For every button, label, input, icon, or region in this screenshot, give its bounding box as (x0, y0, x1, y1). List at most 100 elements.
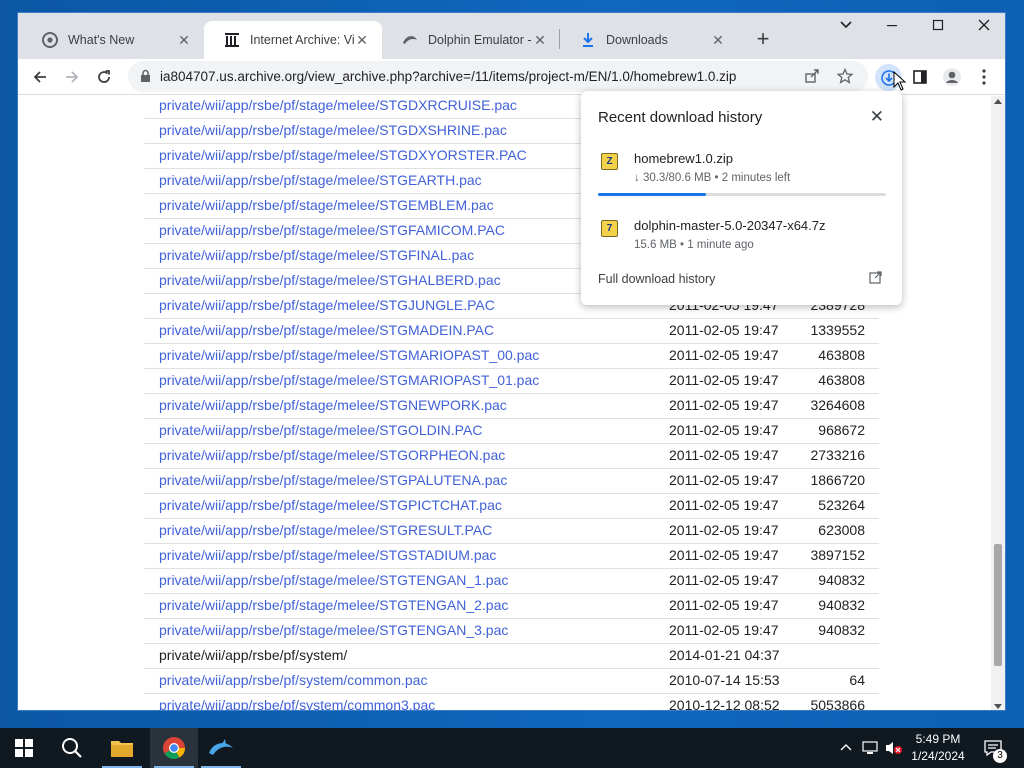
side-panel-icon[interactable] (905, 62, 935, 92)
file-date: 2011-02-05 19:47 (669, 497, 779, 513)
minimize-button[interactable] (869, 13, 915, 43)
file-link[interactable]: private/wii/app/rsbe/pf/stage/melee/STGE… (159, 172, 482, 188)
full-download-history-link[interactable]: Full download history (598, 272, 715, 286)
file-link[interactable]: private/wii/app/rsbe/pf/stage/melee/STGT… (159, 597, 508, 613)
tab-downloads[interactable]: Downloads ✕ (560, 21, 738, 59)
bookmark-star-icon[interactable] (836, 67, 854, 89)
file-link[interactable]: private/wii/app/rsbe/pf/system/common3.p… (159, 697, 435, 710)
file-link[interactable]: private/wii/app/rsbe/pf/stage/melee/STGH… (159, 272, 501, 288)
download-filename: homebrew1.0.zip (634, 151, 733, 166)
download-progress-bar (598, 193, 886, 196)
close-icon[interactable]: ✕ (710, 32, 726, 49)
file-link[interactable]: private/wii/app/rsbe/pf/stage/melee/STGD… (159, 97, 517, 113)
zip-file-icon: Z (601, 153, 618, 170)
file-link[interactable]: private/wii/app/rsbe/pf/system/common.pa… (159, 672, 427, 688)
dolphin-icon (402, 32, 418, 48)
address-bar[interactable]: ia804707.us.archive.org/view_archive.php… (128, 61, 868, 92)
tab-dolphin-emulator[interactable]: Dolphin Emulator - D ✕ (382, 21, 560, 59)
file-size: 940832 (818, 622, 865, 638)
close-icon[interactable]: ✕ (354, 32, 370, 49)
file-link[interactable]: private/wii/app/rsbe/pf/stage/melee/STGF… (159, 247, 474, 263)
tab-internet-archive[interactable]: Internet Archive: Vie ✕ (204, 21, 382, 59)
download-history-popup: Recent download history ✕ Z homebrew1.0.… (581, 91, 902, 305)
file-link[interactable]: private/wii/app/rsbe/pf/stage/melee/STGM… (159, 347, 539, 363)
file-link[interactable]: private/wii/app/rsbe/pf/stage/melee/STGP… (159, 497, 502, 513)
close-icon[interactable]: ✕ (176, 32, 192, 49)
table-row: private/wii/app/rsbe/pf/stage/melee/STGP… (144, 494, 879, 519)
file-link[interactable]: private/wii/app/rsbe/pf/stage/melee/STGJ… (159, 297, 495, 313)
profile-avatar[interactable] (937, 62, 967, 92)
file-date: 2011-02-05 19:47 (669, 397, 779, 413)
file-date: 2011-02-05 19:47 (669, 422, 779, 438)
file-link[interactable]: private/wii/app/rsbe/pf/stage/melee/STGM… (159, 372, 539, 388)
search-button[interactable] (48, 728, 96, 768)
file-size: 623008 (818, 522, 865, 538)
mouse-cursor-icon (893, 71, 907, 91)
file-date: 2010-12-12 08:52 (669, 697, 780, 711)
scroll-up-arrow[interactable] (994, 99, 1002, 104)
download-filename: dolphin-master-5.0-20347-x64.7z (634, 218, 826, 233)
vertical-scrollbar[interactable] (991, 96, 1005, 710)
tab-whats-new[interactable]: What's New ✕ (22, 21, 204, 59)
reload-button[interactable] (89, 62, 119, 92)
tray-chevron-up-icon[interactable] (838, 728, 854, 768)
file-link[interactable]: private/wii/app/rsbe/pf/stage/melee/STGO… (159, 422, 482, 438)
download-status: ↓ 30.3/80.6 MB • 2 minutes left (634, 172, 791, 184)
file-link[interactable]: private/wii/app/rsbe/pf/stage/melee/STGT… (159, 622, 508, 638)
file-date: 2011-02-05 19:47 (669, 347, 779, 363)
back-button[interactable] (25, 62, 55, 92)
dolphin-taskbar-icon[interactable] (197, 728, 245, 768)
file-size: 2733216 (810, 447, 865, 463)
network-icon[interactable] (861, 728, 881, 768)
file-link[interactable]: private/wii/app/rsbe/pf/stage/melee/STGR… (159, 522, 492, 538)
file-link[interactable]: private/wii/app/rsbe/pf/stage/melee/STGN… (159, 397, 507, 413)
file-link[interactable]: private/wii/app/rsbe/pf/stage/melee/STGD… (159, 122, 507, 138)
file-date: 2011-02-05 19:47 (669, 522, 779, 538)
close-window-button[interactable] (961, 13, 1005, 43)
file-link[interactable]: private/wii/app/rsbe/pf/stage/melee/STGO… (159, 447, 505, 463)
file-link[interactable]: private/wii/app/rsbe/pf/stage/melee/STGD… (159, 147, 527, 163)
url-text: ia804707.us.archive.org/view_archive.php… (160, 69, 737, 84)
file-link[interactable]: private/wii/app/rsbe/pf/stage/melee/STGM… (159, 322, 494, 338)
close-icon[interactable]: ✕ (870, 107, 884, 127)
volume-muted-icon[interactable] (884, 728, 904, 768)
download-item[interactable]: 7 dolphin-master-5.0-20347-x64.7z 15.6 M… (581, 214, 902, 270)
folder-name: private/wii/app/rsbe/pf/system/ (159, 647, 348, 663)
table-row: private/wii/app/rsbe/pf/stage/melee/STGR… (144, 519, 879, 544)
scrollbar-thumb[interactable] (994, 544, 1002, 666)
file-link[interactable]: private/wii/app/rsbe/pf/stage/melee/STGE… (159, 197, 494, 213)
new-tab-button[interactable]: + (749, 26, 777, 54)
dolphin-icon (209, 739, 233, 755)
file-link[interactable]: private/wii/app/rsbe/pf/stage/melee/STGF… (159, 222, 505, 238)
file-link[interactable]: private/wii/app/rsbe/pf/stage/melee/STGT… (159, 572, 508, 588)
download-progress-fill (598, 193, 707, 196)
browser-toolbar: ia804707.us.archive.org/view_archive.php… (18, 59, 1005, 95)
file-explorer-taskbar-icon[interactable] (98, 728, 146, 768)
table-row: private/wii/app/rsbe/pf/stage/melee/STGN… (144, 394, 879, 419)
lock-icon (140, 69, 151, 88)
start-button[interactable] (0, 728, 48, 768)
forward-button[interactable] (57, 62, 87, 92)
share-icon[interactable] (804, 68, 820, 89)
chrome-icon (163, 737, 185, 759)
table-row: private/wii/app/rsbe/pf/system/common3.p… (144, 694, 879, 711)
maximize-button[interactable] (915, 13, 961, 43)
chrome-taskbar-icon[interactable] (150, 728, 198, 768)
file-link[interactable]: private/wii/app/rsbe/pf/stage/melee/STGP… (159, 472, 507, 488)
file-size: 1339552 (810, 322, 865, 338)
tab-title: Internet Archive: Vie (250, 33, 354, 47)
tab-title: What's New (68, 33, 135, 47)
tab-search-chevron-icon[interactable] (823, 13, 869, 43)
scroll-down-arrow[interactable] (994, 704, 1002, 709)
file-link[interactable]: private/wii/app/rsbe/pf/stage/melee/STGS… (159, 547, 496, 563)
file-size: 1866720 (810, 472, 865, 488)
file-date: 2011-02-05 19:47 (669, 472, 779, 488)
table-row: private/wii/app/rsbe/pf/system/2014-01-2… (144, 644, 879, 669)
close-icon[interactable]: ✕ (532, 32, 548, 49)
menu-kebab-icon[interactable] (969, 62, 999, 92)
file-size: 463808 (818, 347, 865, 363)
clock-time: 5:49 PM (915, 732, 961, 746)
system-clock[interactable]: 5:49 PM 1/24/2024 (903, 731, 973, 765)
download-icon (580, 32, 596, 48)
open-external-icon[interactable] (869, 271, 882, 289)
